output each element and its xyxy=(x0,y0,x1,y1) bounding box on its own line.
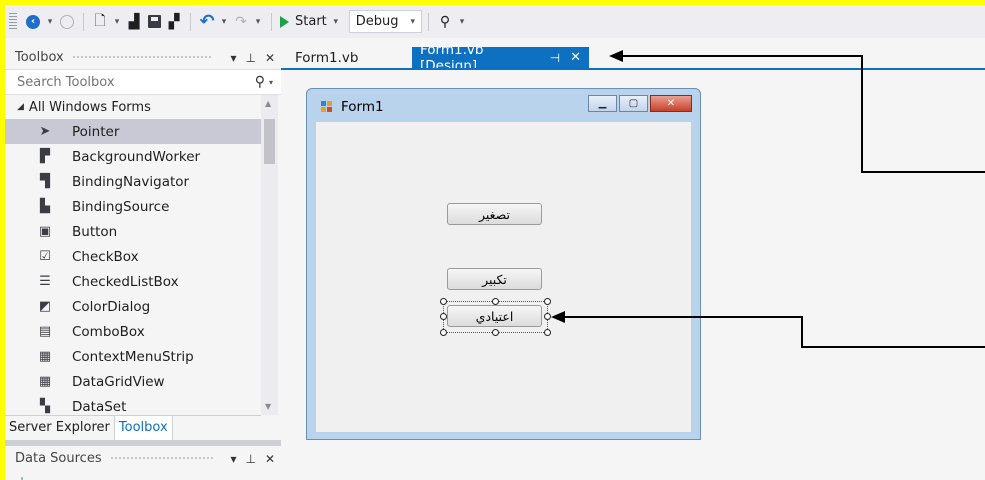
arrowhead-icon xyxy=(609,50,623,62)
ide-window: ‹ ▾ 🗋 ▾ ▟ ▞ ↶ ▾ ↷ ▾ Start ▾ Debug ▾ ⚲ ▾ … xyxy=(5,5,985,480)
arrow-to-selected-button xyxy=(565,316,985,348)
annotation-arrows xyxy=(551,50,985,348)
arrowhead-icon xyxy=(551,311,565,323)
arrow-to-design-tab xyxy=(623,55,985,173)
